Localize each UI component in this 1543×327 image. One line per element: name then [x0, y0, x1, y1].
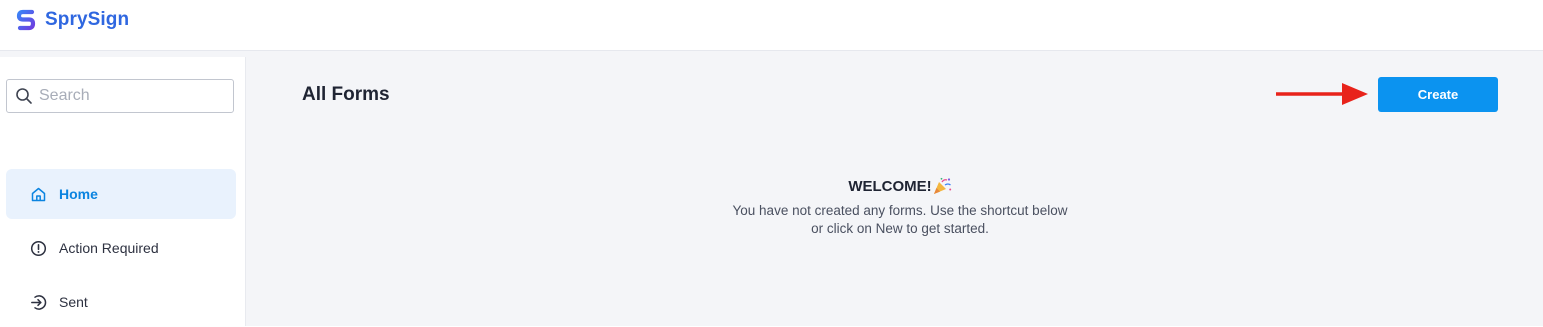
- sidebar: Home Action Required Sent: [0, 51, 246, 326]
- sidebar-item-home[interactable]: Home: [6, 169, 236, 219]
- welcome-title: WELCOME!: [848, 177, 951, 195]
- page-title: All Forms: [302, 84, 390, 105]
- search-box[interactable]: [6, 79, 234, 113]
- app-name: SprySign: [45, 9, 130, 30]
- create-button[interactable]: Create: [1378, 77, 1498, 112]
- welcome-message: You have not created any forms. Use the …: [732, 202, 1068, 236]
- sidebar-item-action-required[interactable]: Action Required: [6, 223, 236, 273]
- sidebar-item-sent[interactable]: Sent: [6, 277, 236, 327]
- sidebar-item-label: Action Required: [59, 240, 159, 256]
- home-icon: [31, 187, 46, 201]
- alert-circle-icon: [30, 240, 47, 256]
- party-popper-icon: [933, 177, 951, 194]
- main-content: All Forms Create WELCOME! You have not c…: [246, 51, 1543, 326]
- welcome-heading: WELCOME!: [848, 177, 932, 195]
- sidebar-panel: Home Action Required Sent: [0, 57, 246, 326]
- search-icon: [16, 88, 32, 104]
- empty-state: WELCOME! You have not created any forms.…: [686, 177, 1114, 238]
- sidebar-item-label: Sent: [59, 294, 88, 310]
- top-bar: SprySign: [0, 0, 1543, 51]
- brand[interactable]: SprySign: [16, 9, 129, 31]
- sidebar-item-label: Home: [59, 186, 98, 202]
- search-input[interactable]: [39, 87, 219, 105]
- red-arrow-icon: [1276, 83, 1368, 105]
- sprysign-logo-icon: [16, 9, 36, 31]
- sent-icon: [31, 294, 47, 310]
